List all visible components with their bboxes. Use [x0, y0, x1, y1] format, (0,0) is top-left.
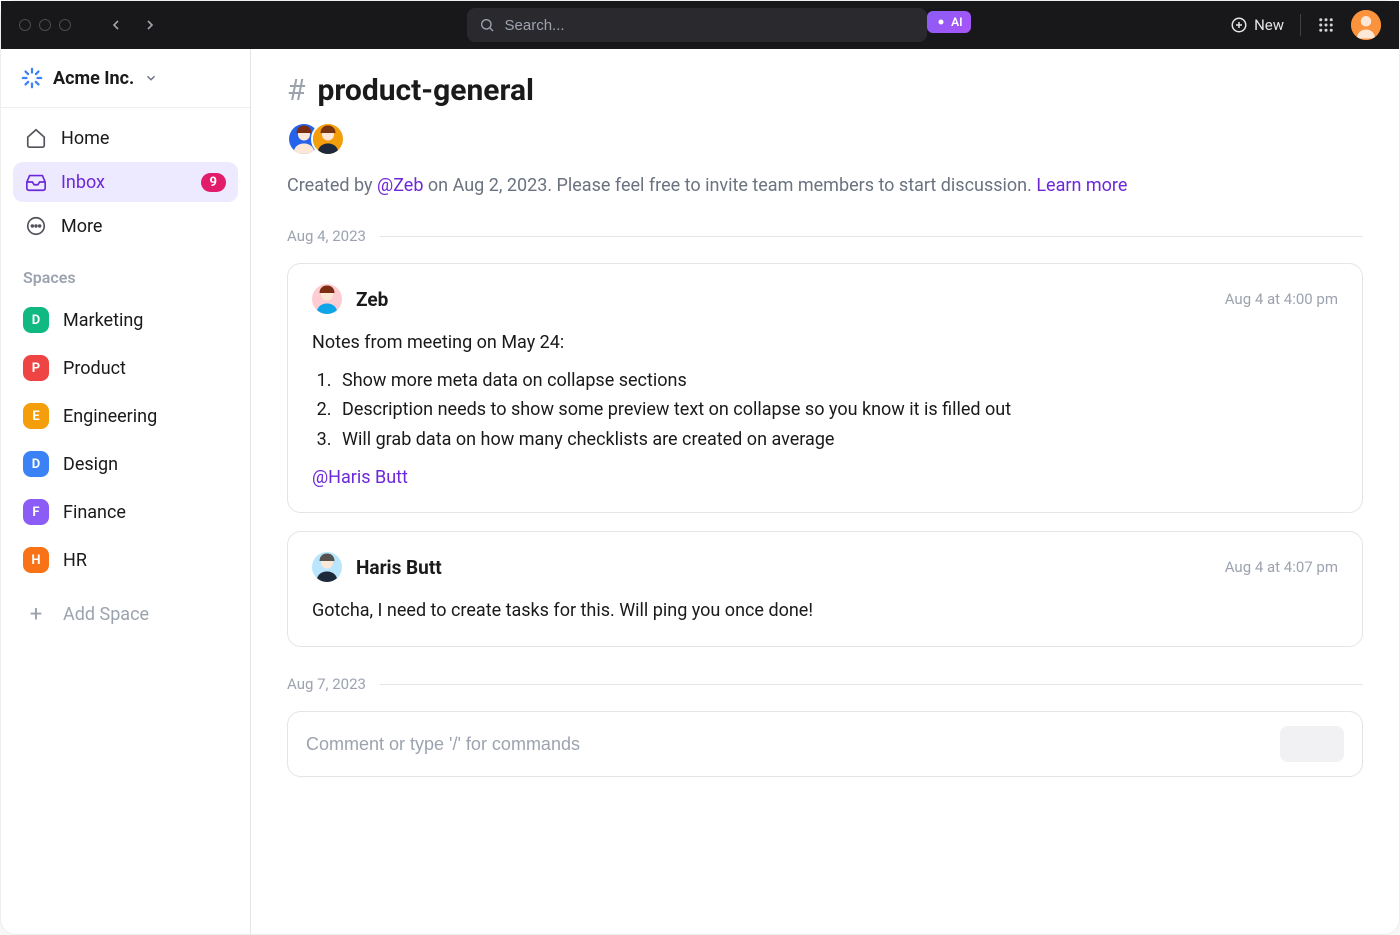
message-time: Aug 4 at 4:07 pm: [1225, 558, 1338, 576]
space-badge: D: [23, 307, 49, 333]
ai-badge[interactable]: AI: [927, 11, 970, 33]
creator-mention[interactable]: @Zeb: [377, 175, 423, 196]
channel-members[interactable]: [287, 122, 1363, 156]
comment-composer[interactable]: [287, 711, 1363, 777]
main-content: # product-general Created by @Zeb on Aug…: [251, 49, 1399, 934]
message-card[interactable]: Haris Butt Aug 4 at 4:07 pm Gotcha, I ne…: [287, 531, 1363, 647]
space-label: Product: [63, 358, 126, 379]
space-badge: P: [23, 355, 49, 381]
space-item[interactable]: H HR: [13, 539, 238, 581]
topbar: AI New: [1, 1, 1399, 49]
message-avatar: [312, 552, 342, 582]
nav-inbox-label: Inbox: [61, 172, 105, 193]
chevron-down-icon: [144, 71, 158, 85]
space-label: HR: [63, 550, 87, 571]
search-icon: [479, 17, 495, 33]
workspace-icon: [21, 67, 43, 89]
home-icon: [25, 127, 47, 149]
apps-button[interactable]: [1317, 16, 1335, 34]
more-icon: [25, 215, 47, 237]
channel-title: # product-general: [287, 73, 1363, 108]
space-badge: H: [23, 547, 49, 573]
nav-home-label: Home: [61, 128, 109, 149]
nav-inbox[interactable]: Inbox 9: [13, 162, 238, 202]
space-label: Engineering: [63, 406, 157, 427]
message-author: Zeb: [356, 288, 388, 311]
list-item: Show more meta data on collapse sections: [336, 366, 1338, 396]
desc-suffix: on Aug 2, 2023. Please feel free to invi…: [423, 175, 1036, 196]
divider: [1300, 14, 1301, 36]
user-avatar[interactable]: [1351, 10, 1381, 40]
desc-prefix: Created by: [287, 175, 377, 196]
ai-label: AI: [951, 15, 962, 29]
space-item[interactable]: D Design: [13, 443, 238, 485]
space-badge: F: [23, 499, 49, 525]
plus-icon: +: [23, 601, 49, 627]
window-controls: [19, 19, 71, 31]
date-label: Aug 7, 2023: [287, 675, 366, 693]
space-badge: D: [23, 451, 49, 477]
space-item[interactable]: D Marketing: [13, 299, 238, 341]
space-badge: E: [23, 403, 49, 429]
spaces-title: Spaces: [1, 246, 250, 295]
message-author: Haris Butt: [356, 556, 442, 579]
new-label: New: [1254, 16, 1284, 34]
nav-more[interactable]: More: [13, 206, 238, 246]
new-button[interactable]: New: [1230, 16, 1284, 34]
date-label: Aug 4, 2023: [287, 227, 366, 245]
space-item[interactable]: P Product: [13, 347, 238, 389]
list-item: Will grab data on how many checklists ar…: [336, 425, 1338, 455]
date-separator: Aug 4, 2023: [287, 227, 1363, 245]
message-time: Aug 4 at 4:00 pm: [1225, 290, 1338, 308]
grid-icon: [1317, 16, 1335, 34]
message-avatar: [312, 284, 342, 314]
nav-home[interactable]: Home: [13, 118, 238, 158]
add-space-button[interactable]: + Add Space: [13, 591, 238, 637]
message-card[interactable]: Zeb Aug 4 at 4:00 pm Notes from meeting …: [287, 263, 1363, 513]
message-intro: Notes from meeting on May 24:: [312, 328, 1338, 358]
search-bar[interactable]: AI: [467, 8, 927, 42]
space-item[interactable]: E Engineering: [13, 395, 238, 437]
message-body: Gotcha, I need to create tasks for this.…: [312, 596, 1338, 626]
traffic-close[interactable]: [19, 19, 31, 31]
channel-description: Created by @Zeb on Aug 2, 2023. Please f…: [287, 172, 1363, 199]
hash-icon: #: [287, 73, 305, 108]
date-separator: Aug 7, 2023: [287, 675, 1363, 693]
workspace-switcher[interactable]: Acme Inc.: [1, 49, 250, 108]
forward-button[interactable]: [137, 12, 163, 38]
space-label: Finance: [63, 502, 126, 523]
channel-name: product-general: [317, 73, 534, 108]
traffic-zoom[interactable]: [59, 19, 71, 31]
search-input[interactable]: [505, 17, 915, 34]
member-avatar: [311, 122, 345, 156]
plus-circle-icon: [1230, 16, 1248, 34]
inbox-icon: [25, 171, 47, 193]
inbox-badge: 9: [201, 173, 226, 192]
nav-more-label: More: [61, 216, 102, 237]
list-item: Description needs to show some preview t…: [336, 395, 1338, 425]
sidebar: Acme Inc. Home Inbox 9 More Spaces D Mark…: [1, 49, 251, 934]
send-button[interactable]: [1280, 726, 1344, 762]
space-label: Marketing: [63, 310, 143, 331]
comment-input[interactable]: [306, 734, 1266, 755]
traffic-minimize[interactable]: [39, 19, 51, 31]
workspace-name: Acme Inc.: [53, 68, 134, 89]
back-button[interactable]: [103, 12, 129, 38]
learn-more-link[interactable]: Learn more: [1036, 175, 1127, 196]
add-space-label: Add Space: [63, 604, 149, 625]
space-item[interactable]: F Finance: [13, 491, 238, 533]
user-mention[interactable]: @Haris Butt: [312, 467, 408, 488]
space-label: Design: [63, 454, 118, 475]
